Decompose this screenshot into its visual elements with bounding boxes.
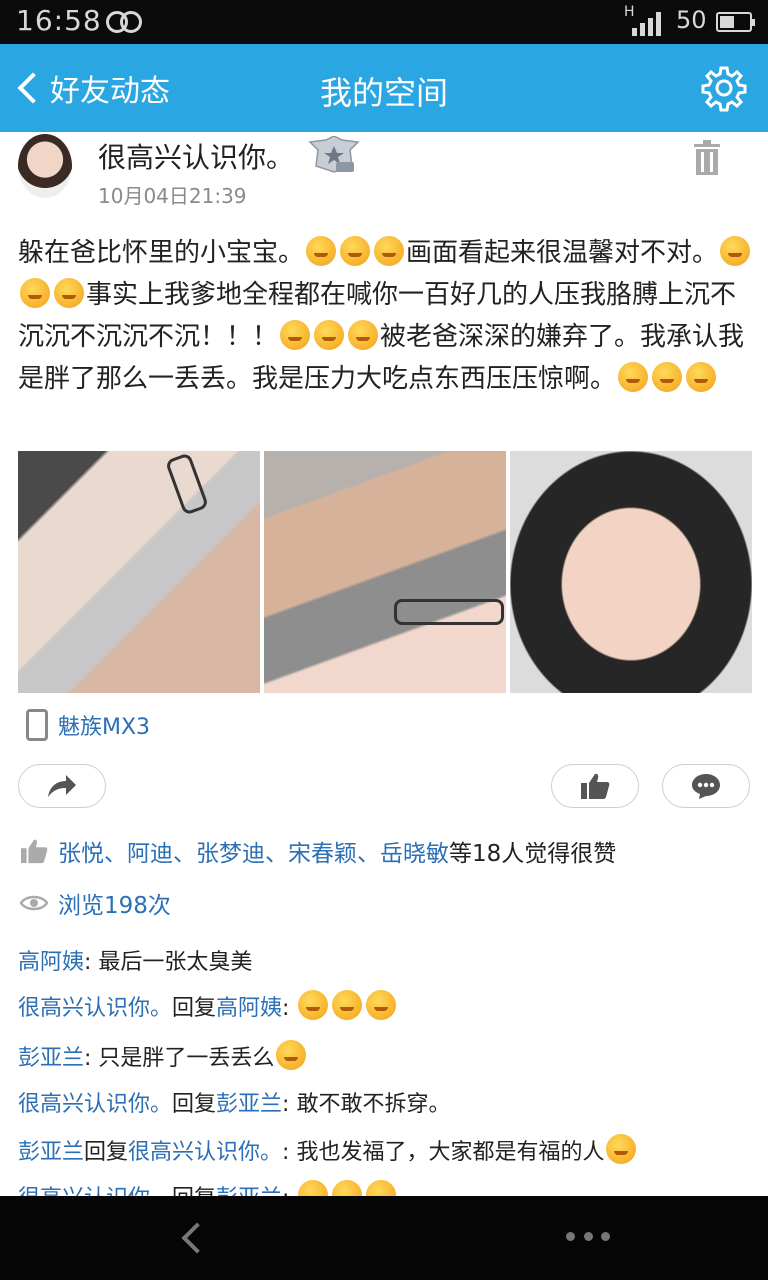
- device-info: 魅族MX3: [26, 708, 150, 742]
- comment-separator: :: [84, 950, 99, 975]
- status-bar: 16:58 H 50: [0, 0, 768, 44]
- emoji-icon: [298, 1180, 329, 1196]
- like-names[interactable]: 张悦、阿迪、张梦迪、宋春颖、岳晓敏: [58, 834, 449, 868]
- comment-item[interactable]: 很高兴认识你。回复彭亚兰:: [18, 1180, 398, 1196]
- photo-2[interactable]: [264, 451, 506, 693]
- comment-separator: :: [84, 1046, 99, 1071]
- emoji-icon: [276, 1040, 307, 1070]
- photo-grid: [18, 451, 752, 693]
- emoji-icon: [280, 320, 311, 350]
- comment-text: 最后一张太臭美: [98, 950, 253, 975]
- battery-percent: 50: [676, 6, 707, 34]
- reply-target[interactable]: 彭亚兰: [216, 1092, 282, 1117]
- device-label: 魅族MX3: [58, 715, 151, 740]
- reply-word: 回复: [172, 996, 217, 1021]
- comment-bubble-icon: [692, 774, 720, 799]
- emoji-icon: [366, 1180, 397, 1196]
- emoji-icon: [332, 990, 363, 1020]
- comment-separator: :: [282, 1186, 296, 1196]
- share-button[interactable]: [18, 764, 106, 808]
- comment-author[interactable]: 高阿姨: [18, 950, 84, 975]
- comment-item[interactable]: 很高兴认识你。回复高阿姨:: [18, 990, 398, 1026]
- comment-item[interactable]: 很高兴认识你。回复彭亚兰: 敢不敢不拆穿。: [18, 1088, 450, 1122]
- emoji-icon: [340, 236, 371, 266]
- post-text: 躲在爸比怀里的小宝宝。 画面看起来很温馨对不对。事实上我爹地全程都在喊你一百好几的…: [18, 232, 754, 400]
- page-title: 我的空间: [319, 74, 448, 112]
- emoji-icon: [366, 990, 397, 1020]
- emoji-icon: [314, 320, 345, 350]
- photo-1[interactable]: [18, 451, 260, 693]
- emoji-icon: [652, 362, 683, 392]
- views-row: 浏览198次: [20, 886, 171, 920]
- dot-icon: [583, 1231, 593, 1241]
- system-back-button[interactable]: [170, 1216, 214, 1260]
- photo-3[interactable]: [510, 451, 752, 693]
- level-badge-icon: [308, 136, 360, 173]
- comment-separator: :: [282, 996, 297, 1021]
- reply-target[interactable]: 很高兴认识你。: [128, 1140, 282, 1165]
- comment-item[interactable]: 高阿姨: 最后一张太臭美: [18, 946, 252, 980]
- title-bar: 好友动态 我的空间: [0, 44, 768, 132]
- post-text-segment: 躲在爸比怀里的小宝宝。: [18, 238, 305, 268]
- phone-icon: [26, 709, 48, 741]
- dot-icon: [566, 1231, 575, 1241]
- emoji-icon: [332, 1180, 363, 1196]
- system-nav-bar: [0, 1196, 768, 1280]
- comment-separator: :: [282, 1140, 297, 1165]
- post-text-segment: 画面看起来很温馨对不对。: [406, 238, 719, 268]
- chevron-left-icon: [181, 1222, 213, 1254]
- emoji-icon: [606, 1134, 637, 1164]
- eye-icon: [20, 895, 48, 911]
- emoji-icon: [618, 362, 649, 392]
- comment-author[interactable]: 很高兴认识你。: [18, 996, 172, 1021]
- author-name[interactable]: 很高兴认识你。: [98, 136, 294, 176]
- comment-button[interactable]: [662, 764, 750, 808]
- like-button[interactable]: [551, 764, 639, 808]
- likes-row: 张悦、阿迪、张梦迪、宋春颖、岳晓敏 等18人觉得很赞: [20, 834, 616, 868]
- more-options-button[interactable]: [566, 1226, 610, 1246]
- share-arrow-icon: [48, 775, 76, 797]
- reply-target[interactable]: 彭亚兰: [216, 1186, 282, 1196]
- reply-word: 回复: [172, 1186, 216, 1196]
- post-time: 10月04日21:39: [98, 184, 247, 208]
- comment-author[interactable]: 彭亚兰: [18, 1046, 84, 1071]
- emoji-icon: [20, 278, 50, 308]
- comment-text: 只是胖了一丢丢么: [98, 1046, 275, 1071]
- comment-item[interactable]: 彭亚兰回复很高兴认识你。: 我也发福了，大家都是有福的人: [18, 1134, 638, 1170]
- battery-icon: [716, 12, 755, 32]
- emoji-icon: [374, 236, 405, 266]
- reply-word: 回复: [84, 1140, 129, 1165]
- like-count-text: 等18人觉得很赞: [449, 841, 617, 867]
- sync-icon: [106, 11, 146, 33]
- comment-text: 敢不敢不拆穿。: [296, 1092, 451, 1117]
- emoji-icon: [54, 278, 84, 308]
- comment-separator: :: [282, 1092, 297, 1117]
- reply-target[interactable]: 高阿姨: [216, 996, 282, 1021]
- reply-word: 回复: [172, 1092, 217, 1117]
- emoji-icon: [298, 990, 329, 1020]
- status-time: 16:58: [16, 4, 102, 37]
- comment-author[interactable]: 彭亚兰: [18, 1140, 84, 1165]
- trash-icon[interactable]: [692, 140, 722, 176]
- emoji-icon: [686, 362, 717, 392]
- views-count: 浏览198次: [58, 893, 171, 919]
- dot-icon: [601, 1231, 610, 1241]
- thumbs-up-icon: [21, 839, 48, 864]
- comment-text: 我也发福了，大家都是有福的人: [296, 1140, 605, 1165]
- emoji-icon: [306, 236, 337, 266]
- thumbs-up-icon: [581, 773, 610, 799]
- battery-fill: [720, 16, 734, 28]
- comment-author[interactable]: 很高兴认识你。: [18, 1092, 172, 1117]
- comment-item[interactable]: 彭亚兰: 只是胖了一丢丢么: [18, 1040, 308, 1076]
- comment-author[interactable]: 很高兴认识你。: [18, 1186, 172, 1196]
- gear-icon[interactable]: [700, 64, 748, 112]
- signal-icon: [628, 10, 664, 36]
- avatar[interactable]: [18, 134, 72, 198]
- emoji-icon: [348, 320, 379, 350]
- emoji-icon: [720, 236, 751, 266]
